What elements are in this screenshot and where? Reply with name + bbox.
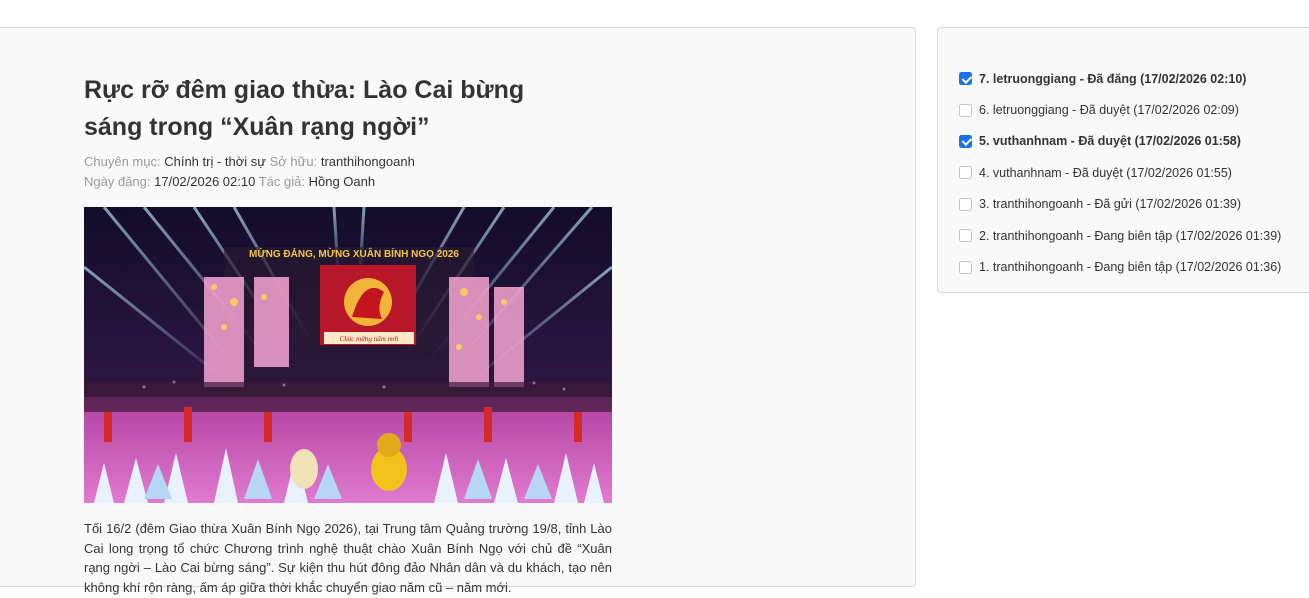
history-checkbox[interactable]	[959, 103, 972, 117]
history-checkbox[interactable]	[959, 197, 972, 211]
banner-text: MỪNG ĐẢNG, MỪNG XUÂN BÍNH NGỌ 2026	[249, 247, 459, 260]
owner-value: tranthihongoanh	[320, 154, 415, 169]
status-history-list: 7. letruonggiang - Đã đăng (17/02/2026 0…	[959, 63, 1281, 283]
status-history-panel: 7. letruonggiang - Đã đăng (17/02/2026 0…	[937, 27, 1309, 293]
article-title: Rực rỡ đêm giao thừa: Lào Cai bừng sáng …	[84, 76, 525, 141]
history-item-label: 6. letruonggiang - Đã duyệt (17/02/2026 …	[979, 103, 1239, 118]
publish-date-label: Ngày đăng:	[84, 174, 151, 189]
history-item[interactable]: 2. tranthihongoanh - Đang biên tập (17/0…	[959, 220, 1281, 251]
history-item-label: 5. vuthanhnam - Đã duyệt (17/02/2026 01:…	[979, 134, 1241, 149]
history-checkbox[interactable]	[959, 229, 972, 243]
author-value: Hồng Oanh	[308, 174, 376, 189]
history-item[interactable]: 1. tranthihongoanh - Đang biên tập (17/0…	[959, 251, 1281, 282]
history-item-label: 1. tranthihongoanh - Đang biên tập (17/0…	[979, 260, 1282, 275]
article-meta-line-1: Chuyên mục: Chính trị - thời sự Sở hữu: …	[84, 153, 415, 171]
history-checkbox[interactable]	[959, 134, 972, 148]
history-item-label: 3. tranthihongoanh - Đã gửi (17/02/2026 …	[979, 197, 1242, 212]
publish-date-value: 17/02/2026 02:10	[154, 174, 256, 189]
history-item-label: 7. letruonggiang - Đã đăng (17/02/2026 0…	[979, 71, 1247, 86]
history-checkbox[interactable]	[959, 166, 972, 180]
history-item-label: 4. vuthanhnam - Đã duyệt (17/02/2026 01:…	[979, 165, 1232, 180]
history-item[interactable]: 4. vuthanhnam - Đã duyệt (17/02/2026 01:…	[959, 157, 1281, 188]
history-checkbox[interactable]	[959, 72, 972, 86]
history-item[interactable]: 7. letruonggiang - Đã đăng (17/02/2026 0…	[959, 63, 1281, 94]
article-preview-panel: Rực rỡ đêm giao thừa: Lào Cai bừng sáng …	[0, 27, 916, 595]
history-item[interactable]: 3. tranthihongoanh - Đã gửi (17/02/2026 …	[959, 189, 1281, 220]
history-item[interactable]: 5. vuthanhnam - Đã duyệt (17/02/2026 01:…	[959, 126, 1281, 157]
author-label: Tác giả:	[258, 174, 305, 189]
article-meta-line-2: Ngày đăng: 17/02/2026 02:10 Tác giả: Hồn…	[84, 173, 375, 191]
article-photo: MỪNG ĐẢNG, MỪNG XUÂN BÍNH NGỌ 2026 Chúc …	[84, 207, 612, 503]
article-body: Tối 16/2 (đêm Giao thừa Xuân Bính Ngọ 20…	[84, 521, 612, 596]
owner-label: Sở hữu:	[269, 154, 318, 169]
category-label: Chuyên mục:	[84, 154, 161, 169]
history-item[interactable]: 6. letruonggiang - Đã duyệt (17/02/2026 …	[959, 94, 1281, 125]
history-item-label: 2. tranthihongoanh - Đang biên tập (17/0…	[979, 228, 1282, 243]
svg-text:Chúc mừng năm mới: Chúc mừng năm mới	[340, 335, 399, 343]
category-value: Chính trị - thời sự	[164, 154, 266, 169]
history-checkbox[interactable]	[959, 260, 972, 274]
